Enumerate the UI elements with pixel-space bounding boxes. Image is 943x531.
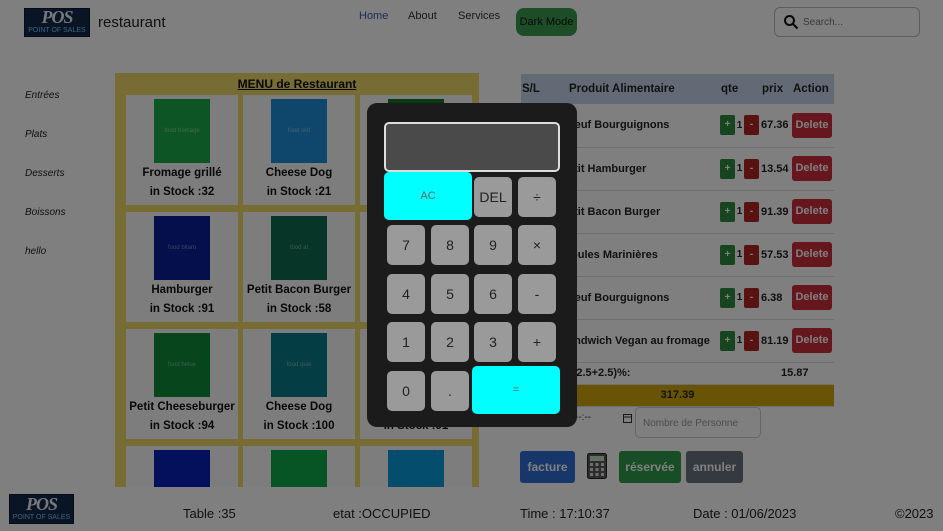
calc-key-multiply[interactable]: × [518,225,556,265]
calc-key-3[interactable]: 3 [474,322,512,362]
calc-key-2[interactable]: 2 [431,322,469,362]
calculator-display [384,122,560,172]
calculator-modal: AC DEL ÷ 7 8 9 × 4 5 6 - 1 2 3 + 0 . = [367,103,577,427]
calc-key-0[interactable]: 0 [387,371,425,411]
calc-key-del[interactable]: DEL [474,177,512,217]
calc-key-add[interactable]: + [518,322,556,362]
calc-key-6[interactable]: 6 [474,274,512,314]
calc-key-divide[interactable]: ÷ [518,177,556,217]
calc-key-ac[interactable]: AC [384,172,472,220]
calc-key-1[interactable]: 1 [387,322,425,362]
calc-key-7[interactable]: 7 [387,225,425,265]
calc-key-8[interactable]: 8 [431,225,469,265]
calc-key-subtract[interactable]: - [518,274,556,314]
calc-key-equals[interactable]: = [472,366,560,414]
calc-key-dot[interactable]: . [431,371,469,411]
calc-key-4[interactable]: 4 [387,274,425,314]
calc-key-5[interactable]: 5 [431,274,469,314]
calc-key-9[interactable]: 9 [474,225,512,265]
